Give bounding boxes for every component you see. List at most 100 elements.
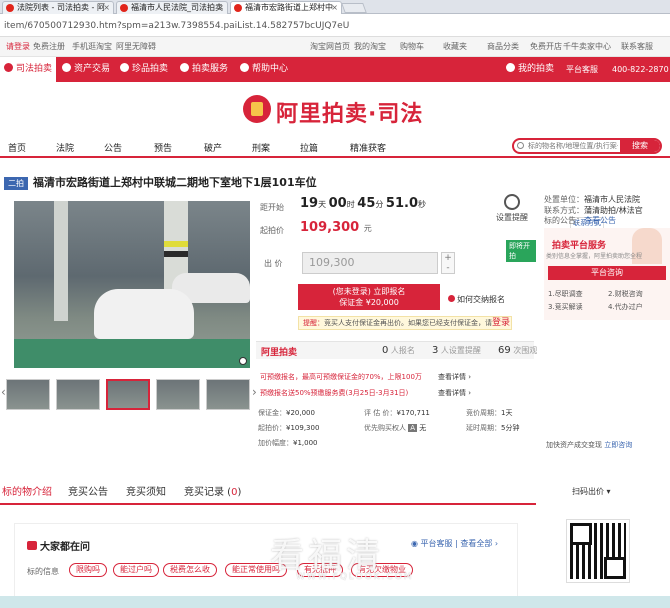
nav-help-center[interactable]: 帮助中心 [240, 57, 288, 82]
nav-precise-leads[interactable]: 精准获客 [350, 141, 386, 154]
signup-button[interactable]: (您未登录) 立即报名 保证金 ¥20,000 [298, 284, 440, 310]
close-icon[interactable]: × [331, 2, 338, 14]
signup-count: 0 人报名 [382, 345, 415, 356]
unit: 时 [346, 200, 355, 209]
bid-input[interactable]: 109,300 [302, 252, 438, 274]
faq-tag[interactable]: 能过户吗 [113, 563, 159, 577]
thumbnail[interactable] [56, 379, 100, 410]
promo-detail-link[interactable]: 查看详情 › [438, 372, 471, 382]
notice-link[interactable]: 查看公告 [584, 216, 616, 225]
priority-icon: A [408, 424, 418, 432]
login-link[interactable]: 请登录 [6, 37, 30, 57]
search-box: 搜索 [512, 138, 662, 154]
service-item[interactable]: 4.代办过户 [608, 302, 643, 312]
info-value: 无 [419, 424, 427, 432]
nav-notice[interactable]: 公告 [104, 141, 122, 154]
zoom-icon[interactable] [239, 357, 247, 365]
nav-home[interactable]: 首页 [8, 141, 26, 154]
platform-service-link[interactable]: 平台客服 [421, 539, 453, 548]
browser-tab[interactable]: 法院列表 - 司法拍卖 - 阿 × [2, 1, 114, 14]
service-phone: 400-822-2870 [612, 65, 669, 74]
nav-label: 珍品拍卖 [132, 64, 169, 74]
nav-asset-trade[interactable]: 资产交易 [62, 57, 110, 82]
close-icon[interactable]: × [103, 2, 110, 14]
nav-lapian[interactable]: 拉篇 [300, 141, 318, 154]
address-bar[interactable]: item/670500712930.htm?spm=a213w.7398554.… [0, 15, 670, 37]
nav-label: 司法拍卖 [16, 64, 53, 74]
main-photo[interactable] [14, 201, 250, 368]
info-label: 标的公告： [544, 216, 584, 225]
set-reminder-button[interactable]: 设置提醒 [494, 194, 530, 223]
browser-tab[interactable]: 福清市人民法院_司法拍卖 × [116, 1, 228, 14]
favicon-icon [6, 4, 14, 12]
nav-treasure-auction[interactable]: 珍品拍卖 [120, 57, 168, 82]
tag-label: 标的信息 [27, 567, 59, 576]
nav-bankruptcy[interactable]: 破产 [204, 141, 222, 154]
detail-tabs: 标的物介绍 竞买公告 竞买须知 竞买记录 (0) [0, 475, 536, 505]
disposal-unit: 处置单位：福清市人民法院 [544, 194, 640, 205]
faq-tag[interactable]: 税费怎么收 [163, 563, 217, 577]
cart-link[interactable]: 购物车 [400, 37, 424, 57]
consult-link[interactable]: 立即咨询 [604, 441, 632, 449]
thumbnail[interactable] [6, 379, 50, 410]
round-badge: 二拍 [4, 177, 28, 190]
photo-stripe [164, 241, 188, 247]
seller-center-link[interactable]: 千牛卖家中心 [563, 37, 611, 57]
info-value: ¥20,000 [286, 409, 315, 417]
promo-detail-link[interactable]: 查看详情 › [438, 388, 471, 398]
service-item[interactable]: 3.竞买解读 [548, 302, 583, 312]
tab-item-intro[interactable]: 标的物介绍 [2, 483, 52, 498]
contact-service-link[interactable]: 联系客服 [621, 37, 653, 57]
add-asset-label: 加快资产成交变现 [546, 441, 602, 449]
thumbnail-selected[interactable] [106, 379, 150, 410]
register-link[interactable]: 免费注册 [33, 37, 65, 57]
view-all-link[interactable]: 查看全部 › [460, 539, 498, 548]
new-tab-button[interactable] [341, 3, 367, 13]
my-taobao-link[interactable]: 我的淘宝 [354, 37, 386, 57]
platform-consult-button[interactable]: 平台咨询 [548, 266, 666, 280]
signup-label: (您未登录) 立即报名 [332, 287, 406, 296]
nav-preview[interactable]: 预告 [154, 141, 172, 154]
search-button[interactable]: 搜索 [620, 140, 660, 152]
free-shop-link[interactable]: 免费开店 [530, 37, 562, 57]
nav-court[interactable]: 法院 [56, 141, 74, 154]
nav-judicial-auction[interactable]: 司法拍卖 [0, 57, 57, 82]
count: 3 [432, 345, 439, 356]
browser-tab-active[interactable]: 福清市宏路街道上郑村中 × [230, 1, 342, 14]
close-icon[interactable]: × [217, 2, 224, 14]
countdown-days: 19 [300, 196, 319, 211]
decrease-button[interactable]: - [442, 263, 454, 273]
tab-bid-rules[interactable]: 竞买须知 [126, 483, 166, 498]
gavel-icon [4, 63, 13, 72]
search-input[interactable] [528, 140, 618, 152]
accessibility-link[interactable]: 阿里无障碍 [116, 37, 156, 57]
watermark: 看福清 [270, 536, 384, 576]
tab-label: 福清市人民法院_司法拍卖 [131, 3, 223, 12]
thumbnail[interactable] [206, 379, 250, 410]
tab-bid-notice[interactable]: 竞买公告 [68, 483, 108, 498]
info-icon [448, 295, 455, 302]
service-item[interactable]: 2.财税咨询 [608, 289, 643, 299]
mobile-link[interactable]: 手机逛淘宝 [72, 37, 112, 57]
search-icon [517, 142, 524, 149]
my-auction-link[interactable]: 我的拍卖 [506, 57, 554, 82]
tip-login-link[interactable]: 登录 [492, 318, 510, 328]
category-link[interactable]: 商品分类 [487, 37, 519, 57]
service-item[interactable]: 1.尽职调查 [548, 289, 583, 299]
tab-bid-records[interactable]: 竞买记录 (0) [184, 483, 241, 498]
nav-label: 我的拍卖 [518, 64, 555, 74]
thumbnail[interactable] [156, 379, 200, 410]
asset-icon [62, 63, 71, 72]
faq-tag[interactable]: 限购吗 [69, 563, 107, 577]
nav-criminal[interactable]: 刑案 [252, 141, 270, 154]
info-label: 优先购买权人 [364, 424, 406, 432]
qr-bid-label[interactable]: 扫码出价 ▾ [572, 486, 611, 497]
howto-link[interactable]: 如何交纳报名 [448, 294, 505, 305]
site-logo[interactable]: 阿里拍卖·司法 [276, 96, 423, 128]
tab-label: ) [237, 487, 242, 498]
nav-auction-service[interactable]: 拍卖服务 [180, 57, 228, 82]
increase-button[interactable]: + [442, 253, 454, 263]
service-icon [180, 63, 189, 72]
taobao-home-link[interactable]: 淘宝网首页 [310, 37, 350, 57]
favorites-link[interactable]: 收藏夹 [443, 37, 467, 57]
